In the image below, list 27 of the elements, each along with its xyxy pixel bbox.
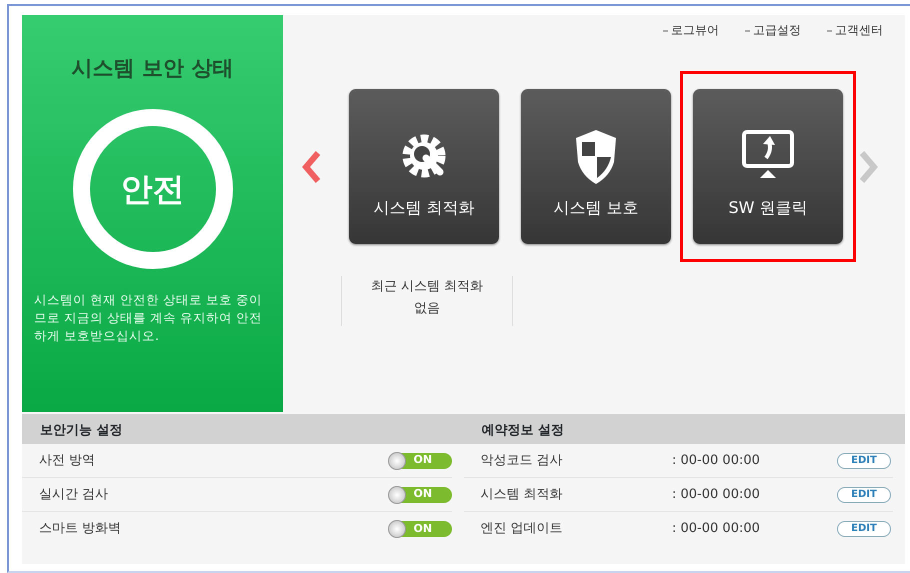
status-message: 시스템이 현재 안전한 상태로 보호 중이므로 지금의 상태를 계속 유지하여 안전하게 보호받으십시오. bbox=[34, 290, 263, 344]
setting-label: 실시간 검사 bbox=[38, 486, 110, 504]
schedule-time: : 00-00 00:00 bbox=[672, 486, 761, 504]
bullet-icon bbox=[745, 30, 750, 32]
feature-tile[interactable]: SW 원클릭 bbox=[693, 89, 843, 244]
section-header: 보안기능 설정 bbox=[22, 414, 464, 444]
top-link[interactable]: 로그뷰어 bbox=[671, 23, 719, 37]
schedule-label: 악성코드 검사 bbox=[480, 452, 564, 470]
edit-button[interactable]: EDIT bbox=[837, 452, 891, 468]
bullet-icon bbox=[663, 30, 668, 32]
setting-label: 사전 방역 bbox=[38, 452, 96, 470]
schedule-time: : 00-00 00:00 bbox=[672, 520, 761, 538]
schedule-label: 엔진 업데이트 bbox=[480, 520, 564, 538]
recent-optimization-text: 최근 시스템 최적화 없음 bbox=[341, 276, 513, 326]
top-link[interactable]: 고객센터 bbox=[835, 23, 883, 37]
section-header: 예약정보 설정 bbox=[464, 414, 905, 444]
edit-button[interactable]: EDIT bbox=[837, 486, 891, 502]
edit-button[interactable]: EDIT bbox=[837, 521, 891, 537]
feature-tile[interactable]: 시스템 최적화 bbox=[349, 89, 499, 244]
setting-label: 스마트 방화벽 bbox=[38, 520, 122, 538]
bullet-icon bbox=[827, 30, 832, 32]
feature-tile[interactable]: 시스템 보호 bbox=[521, 89, 671, 244]
schedule-label: 시스템 최적화 bbox=[480, 486, 564, 504]
status-title: 시스템 보안 상태 bbox=[72, 55, 234, 82]
top-link[interactable]: 고급설정 bbox=[753, 23, 801, 37]
schedule-time: : 00-00 00:00 bbox=[672, 452, 761, 470]
status-text: 안전 bbox=[120, 168, 184, 210]
